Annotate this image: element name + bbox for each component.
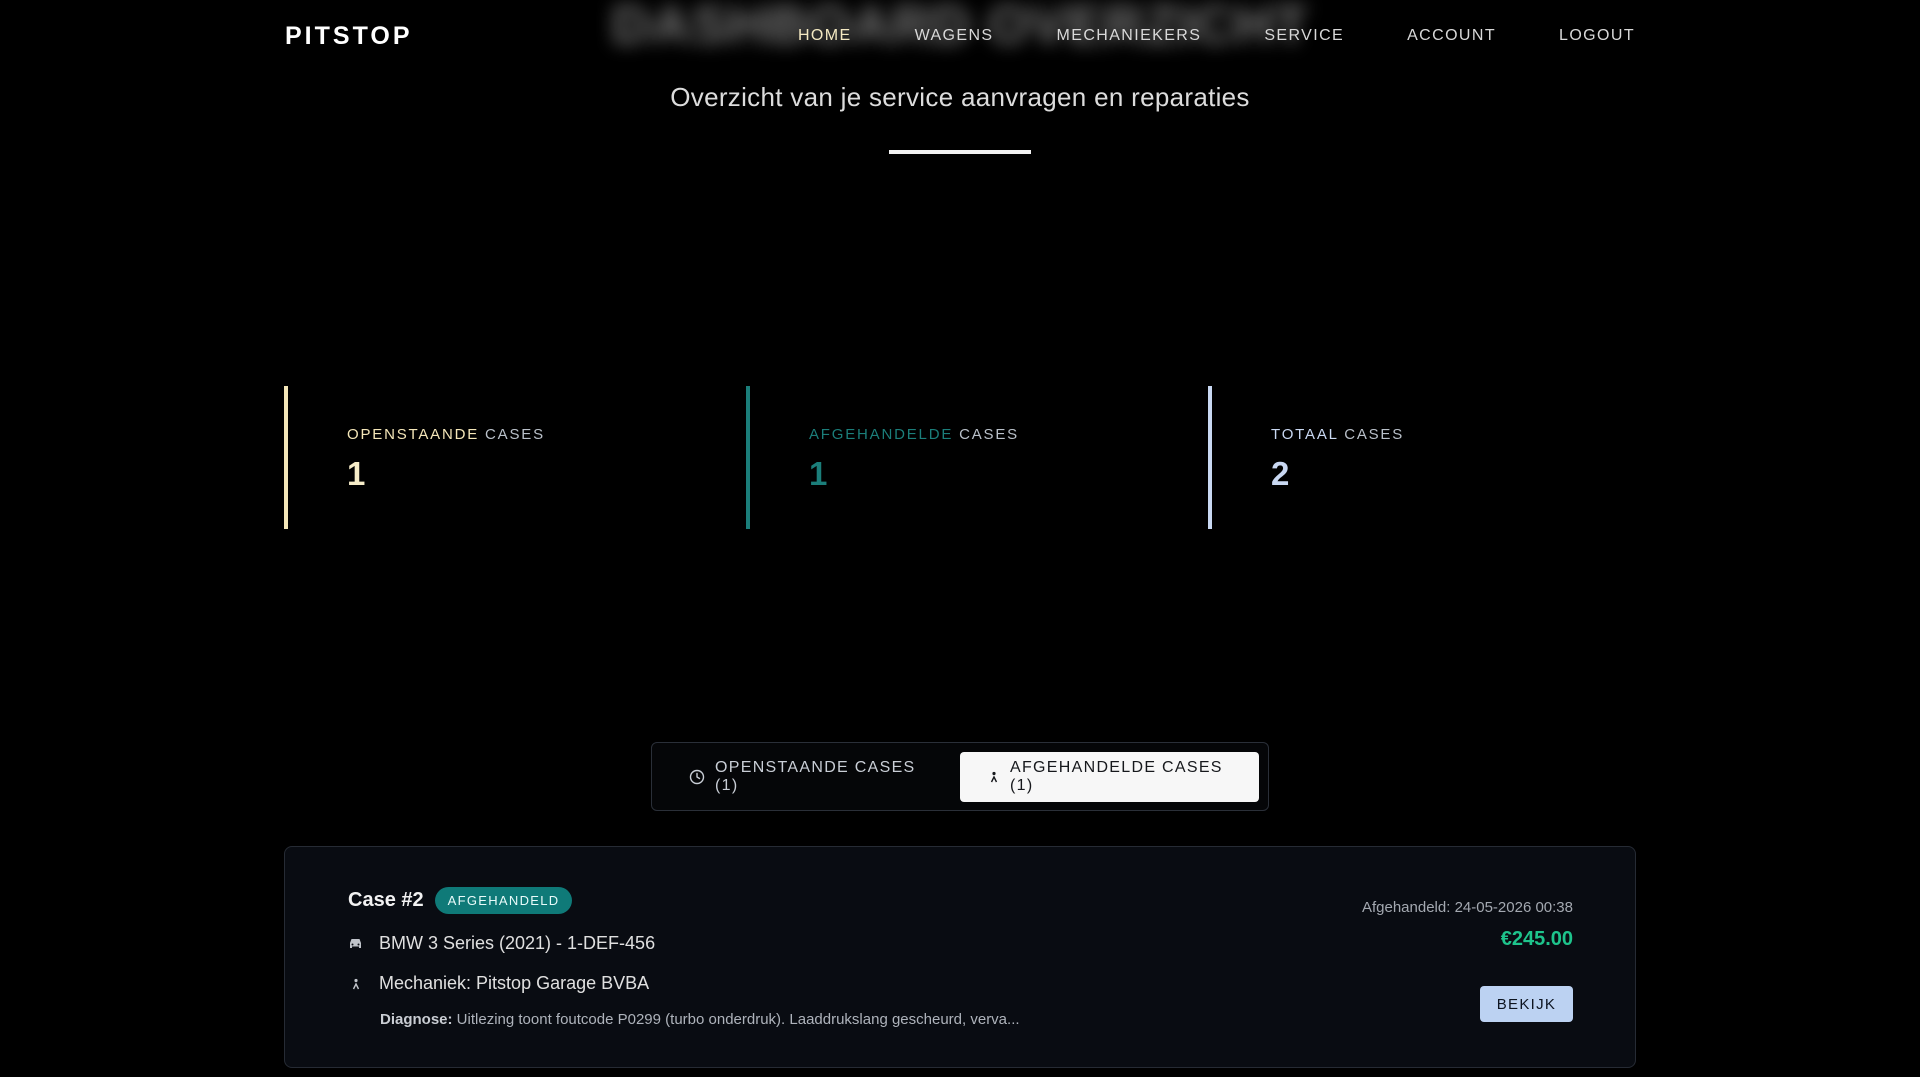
view-button[interactable]: BEKIJK (1480, 986, 1573, 1022)
stat-label-rest: CASES (959, 426, 1019, 443)
vehicle-text: BMW 3 Series (2021) - 1-DEF-456 (379, 933, 656, 953)
stat-label-accent: TOTAAL (1271, 426, 1339, 443)
subtitle-divider (889, 150, 1031, 154)
stat-total-cases: TOTAAL CASES 2 (1208, 386, 1608, 529)
nav-link-logout[interactable]: LOGOUT (1559, 27, 1635, 45)
mechanic-text: Mechaniek: Pitstop Garage BVBA (379, 973, 650, 993)
tab-label: OPENSTAANDE CASES (1) (715, 758, 916, 794)
stat-value: 2 (1271, 455, 1290, 492)
logo[interactable]: PITSTOP (285, 22, 413, 51)
case-completed-date: Afgehandeld: 24-05-2026 00:38 (1361, 899, 1573, 916)
nav-link-service[interactable]: SERVICE (1264, 27, 1344, 45)
tab-open-cases[interactable]: OPENSTAANDE CASES (1) (661, 752, 960, 802)
stat-open-cases: OPENSTAANDE CASES 1 (284, 386, 684, 529)
stat-label: OPENSTAANDE CASES (347, 426, 684, 443)
page: DASHBOARD OVERZICHT PITSTOP HOME WAGENS … (0, 0, 1920, 1077)
stat-label-rest: CASES (485, 426, 545, 443)
case-mechanic: Mechaniek: Pitstop Garage BVBA (348, 973, 649, 994)
stat-label-accent: OPENSTAANDE (347, 426, 480, 443)
case-tabs: OPENSTAANDE CASES (1) AFGEHANDELDE CASES… (651, 742, 1269, 811)
case-price: €245.00 (1500, 928, 1573, 950)
stat-value: 1 (809, 455, 828, 492)
stat-accent-bar (1208, 386, 1212, 529)
tab-label: AFGEHANDELDE CASES (1) (1010, 758, 1223, 794)
car-icon (348, 937, 363, 950)
nav-link-home[interactable]: HOME (798, 27, 852, 45)
stats-section: OPENSTAANDE CASES 1 AFGEHANDELDE CASES 1… (284, 386, 1644, 529)
stat-accent-bar (746, 386, 750, 529)
stat-value: 1 (347, 455, 366, 492)
case-title: Case #2 (348, 889, 424, 911)
mechanic-icon (348, 977, 363, 991)
page-subtitle: Overzicht van je service aanvragen en re… (670, 82, 1250, 112)
stat-closed-cases: AFGEHANDELDE CASES 1 (746, 386, 1146, 529)
stat-label: AFGEHANDELDE CASES (809, 426, 1146, 443)
status-badge: AFGEHANDELD (434, 887, 573, 914)
tab-closed-cases[interactable]: AFGEHANDELDE CASES (1) (960, 751, 1259, 802)
stat-label-rest: CASES (1344, 426, 1405, 443)
nav-link-wagens[interactable]: WAGENS (915, 27, 994, 45)
mechanic-icon (988, 770, 1000, 784)
clock-icon (689, 769, 705, 785)
diagnose-label: Diagnose: (380, 1011, 453, 1028)
stat-label-accent: AFGEHANDELDE (809, 426, 954, 443)
navbar: PITSTOP HOME WAGENS MECHANIEKERS SERVICE… (285, 0, 1635, 72)
case-diagnose: Diagnose: Uitlezing toont foutcode P0299… (380, 1011, 1020, 1028)
nav-link-mechaniekers[interactable]: MECHANIEKERS (1057, 27, 1202, 45)
case-card[interactable]: Case #2 AFGEHANDELD BMW 3 Series (2021) … (284, 846, 1636, 1068)
stat-label: TOTAAL CASES (1271, 426, 1608, 443)
nav-links: HOME WAGENS MECHANIEKERS SERVICE ACCOUNT… (798, 27, 1635, 45)
nav-link-account[interactable]: ACCOUNT (1407, 27, 1496, 45)
case-vehicle: BMW 3 Series (2021) - 1-DEF-456 (348, 933, 655, 954)
case-header: Case #2 AFGEHANDELD (348, 887, 573, 914)
diagnose-text: Uitlezing toont foutcode P0299 (turbo on… (452, 1011, 1020, 1028)
stat-accent-bar (284, 386, 288, 529)
